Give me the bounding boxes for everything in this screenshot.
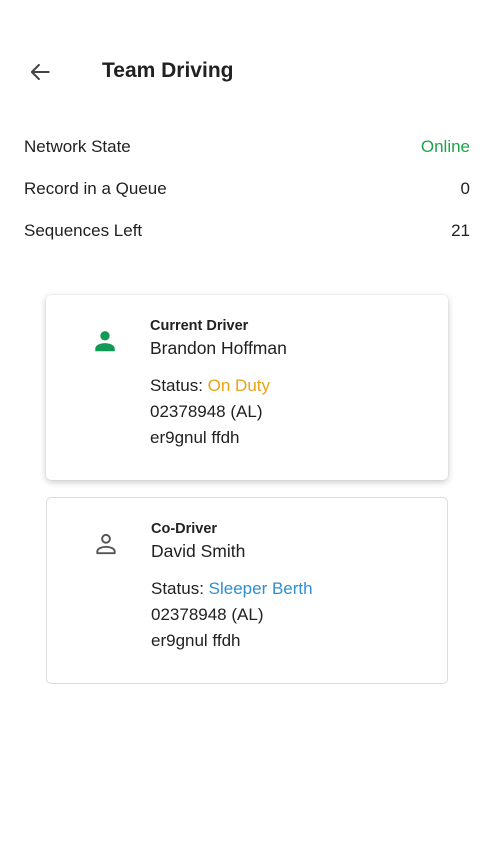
back-button[interactable] <box>24 56 56 88</box>
stat-label: Sequences Left <box>24 221 143 240</box>
stat-label: Network State <box>24 137 131 156</box>
network-state-value: Online <box>420 137 470 156</box>
status-label: Status: <box>150 376 208 395</box>
sequences-left-value: 21 <box>451 221 470 240</box>
driver-extra: er9gnul ffdh <box>151 631 241 650</box>
stat-record-queue: Record in a Queue 0 <box>24 168 470 210</box>
status-value: Sleeper Berth <box>208 579 313 598</box>
status-label: Status: <box>151 579 209 598</box>
stat-label: Record in a Queue <box>24 179 167 198</box>
record-queue-value: 0 <box>460 179 470 198</box>
person-filled-icon <box>95 331 115 352</box>
driver-name: Brandon Hoffman <box>150 338 287 358</box>
driver-info: Current Driver Brandon Hoffman Status: O… <box>150 317 438 450</box>
app-header: Team Driving <box>0 48 492 96</box>
driver-extra: er9gnul ffdh <box>150 428 240 447</box>
stat-sequences-left: Sequences Left 21 <box>24 210 470 252</box>
person-outline-icon <box>96 533 116 555</box>
driver-license: 02378948 (AL) <box>151 605 264 624</box>
page-title: Team Driving <box>102 59 234 82</box>
sync-stats: Network State Online Record in a Queue 0… <box>24 126 470 252</box>
arrow-left-icon <box>30 63 50 81</box>
current-driver-card[interactable]: Current Driver Brandon Hoffman Status: O… <box>46 295 448 480</box>
driver-license: 02378948 (AL) <box>150 402 263 421</box>
stat-network-state: Network State Online <box>24 126 470 168</box>
driver-status: Status: Sleeper Berth <box>151 577 437 601</box>
status-value: On Duty <box>207 376 270 395</box>
driver-role: Current Driver <box>150 318 249 334</box>
driver-status: Status: On Duty <box>150 374 438 398</box>
driver-role: Co-Driver <box>151 521 218 537</box>
driver-info: Co-Driver David Smith Status: Sleeper Be… <box>151 520 437 653</box>
co-driver-card[interactable]: Co-Driver David Smith Status: Sleeper Be… <box>46 497 448 684</box>
driver-name: David Smith <box>151 541 246 561</box>
